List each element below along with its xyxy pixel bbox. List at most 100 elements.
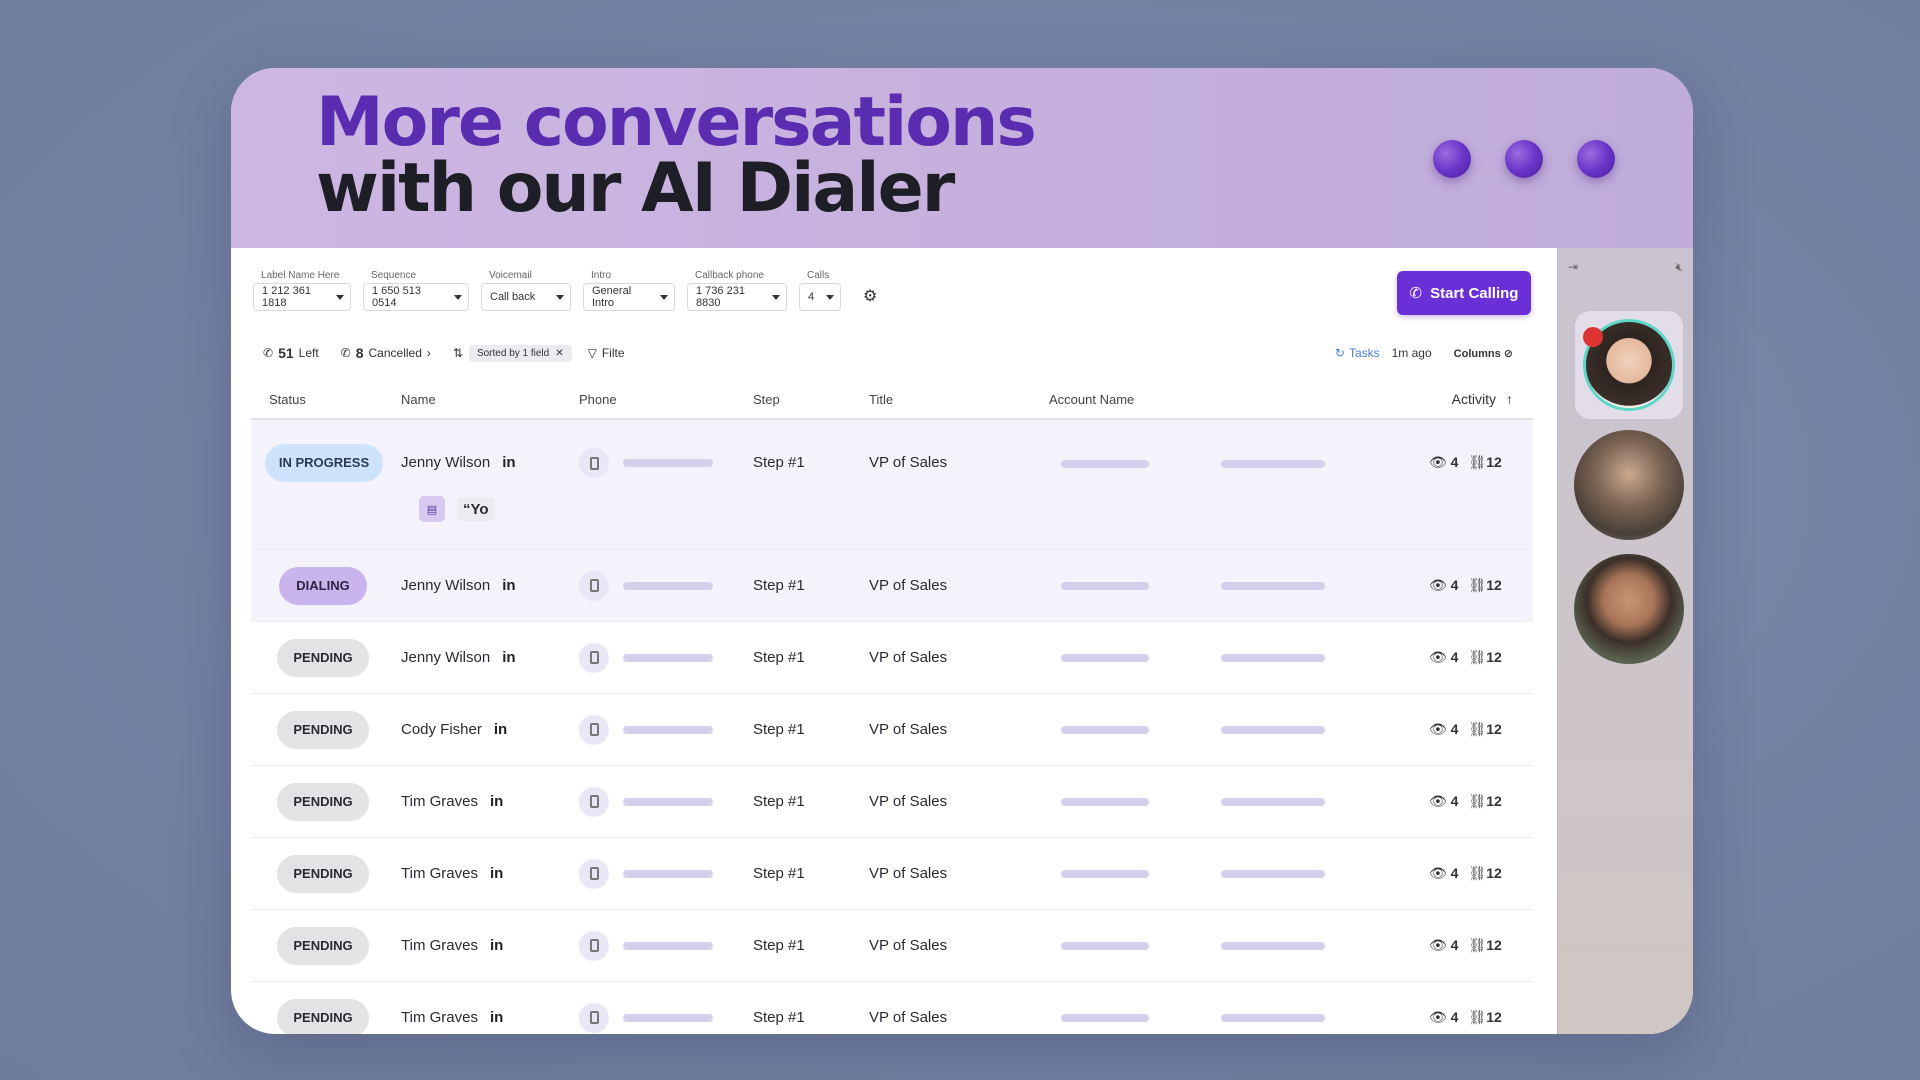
linkedin-icon[interactable]: in (490, 793, 503, 810)
cancelled-count[interactable]: ✆ 8 Cancelled › (341, 345, 431, 361)
linkedin-icon[interactable]: in (490, 1009, 503, 1026)
table-row[interactable]: IN PROGRESS Jenny Wilson in Step #1 VP of… (251, 420, 1533, 550)
link-icon: ⛓︎ (1468, 1009, 1487, 1025)
select-callback-phone[interactable]: 1 736 231 8830 (687, 283, 787, 311)
select-voicemail[interactable]: Call back (481, 283, 571, 311)
start-calling-button[interactable]: ✆ Start Calling (1397, 271, 1531, 315)
header-status[interactable]: Status (251, 392, 401, 407)
header-title[interactable]: Title (869, 392, 1049, 407)
linkedin-icon[interactable]: in (490, 937, 503, 954)
step-cell: Step #1 (753, 649, 805, 666)
collapse-panel-icon[interactable]: ⇥ (1568, 260, 1578, 275)
activity-cell: 👁︎ 4 ⛓︎12 (1429, 865, 1529, 882)
contact-name[interactable]: Jenny Wilson (401, 577, 490, 594)
phone-placeholder (623, 1013, 713, 1022)
header-phone[interactable]: Phone (579, 392, 753, 407)
mobile-phone-icon[interactable] (579, 1002, 609, 1033)
views-number: 4 (1450, 721, 1459, 737)
phone-cell (579, 714, 753, 745)
select-label-name[interactable]: 1 212 361 1818 (253, 283, 351, 311)
select-value: 1 212 361 1818 (262, 285, 311, 309)
caret-down-icon (556, 294, 564, 300)
tasks-link[interactable]: ↻ Tasks (1335, 346, 1380, 360)
contact-name[interactable]: Tim Graves (401, 937, 478, 954)
field-intro[interactable]: Intro General Intro (583, 270, 675, 314)
select-sequence[interactable]: 1 650 513 0514 (363, 283, 469, 311)
phone-placeholder (623, 869, 713, 878)
snippet-text: “Yo (457, 497, 495, 521)
linkedin-icon[interactable]: in (502, 577, 515, 594)
account-placeholder (1221, 1013, 1325, 1022)
avatar-man[interactable] (1574, 554, 1684, 664)
table-row[interactable]: PENDING Tim Graves in Step #1 VP of Sales… (251, 982, 1533, 1034)
table-row[interactable]: PENDING Cody Fisher in Step #1 VP of Sale… (251, 694, 1533, 766)
contact-name[interactable]: Jenny Wilson (401, 649, 490, 666)
select-calls[interactable]: 4 (799, 283, 841, 311)
table-row[interactable]: PENDING Tim Graves in Step #1 VP of Sales… (251, 766, 1533, 838)
table-row[interactable]: PENDING Tim Graves in Step #1 VP of Sales… (251, 910, 1533, 982)
columns-button[interactable]: Columns ⊘ (1454, 347, 1513, 360)
account-cell (1049, 797, 1429, 806)
linkedin-icon[interactable]: in (502, 649, 515, 666)
avatar-active-caller[interactable] (1574, 310, 1684, 420)
eye-icon: 👁︎ (1429, 1009, 1447, 1025)
linkedin-icon[interactable]: in (502, 454, 515, 471)
contact-name[interactable]: Tim Graves (401, 793, 478, 810)
field-callback-phone[interactable]: Callback phone 1 736 231 8830 (687, 270, 787, 314)
links-number: 12 (1486, 793, 1502, 809)
avatar-group[interactable] (1574, 430, 1684, 540)
filter-button[interactable]: ▽ Filte (588, 346, 625, 360)
step-cell: Step #1 (753, 793, 805, 810)
sorted-chip[interactable]: Sorted by 1 field ✕ (468, 344, 572, 362)
field-label-name[interactable]: Label Name Here 1 212 361 1818 (253, 270, 351, 314)
linkedin-icon[interactable]: in (494, 721, 507, 738)
status-cell: IN PROGRESS (251, 444, 401, 482)
title-cell: VP of Sales (869, 454, 948, 471)
header-name[interactable]: Name (401, 392, 579, 407)
views-count: 👁︎ 4 (1429, 721, 1458, 738)
eye-icon: 👁︎ (1429, 454, 1447, 470)
start-calling-label: Start Calling (1430, 284, 1519, 302)
table-row[interactable]: DIALING Jenny Wilson in Step #1 VP of Sal… (251, 550, 1533, 622)
header-step[interactable]: Step (753, 392, 869, 407)
account-placeholder (1061, 581, 1149, 590)
account-placeholder (1061, 1013, 1149, 1022)
step-cell: Step #1 (753, 454, 805, 471)
phone-icon: ✆ (263, 346, 274, 360)
views-number: 4 (1450, 793, 1459, 809)
settings-sliders-icon[interactable]: ⚙ (863, 286, 877, 314)
contact-name[interactable]: Jenny Wilson (401, 454, 490, 471)
contact-name[interactable]: Tim Graves (401, 1009, 478, 1026)
speaker-mute-icon[interactable]: 🔇︎ (1675, 260, 1683, 275)
field-calls[interactable]: Calls 4 (799, 270, 841, 314)
views-number: 4 (1450, 454, 1459, 470)
header-activity[interactable]: Activity ↑ (1429, 391, 1529, 407)
transcript-snippet[interactable]: ▤ “Yo (419, 496, 495, 522)
mobile-phone-icon[interactable] (579, 448, 609, 478)
mobile-phone-icon[interactable] (579, 570, 609, 601)
close-icon[interactable]: ✕ (555, 348, 563, 359)
account-cell (1049, 941, 1429, 950)
account-placeholder (1061, 941, 1149, 950)
account-placeholder (1221, 941, 1325, 950)
header-account-name[interactable]: Account Name (1049, 392, 1429, 407)
table-row[interactable]: PENDING Jenny Wilson in Step #1 VP of Sal… (251, 622, 1533, 694)
dot-icon (1505, 140, 1543, 178)
mobile-phone-icon[interactable] (579, 858, 609, 889)
table-row[interactable]: PENDING Tim Graves in Step #1 VP of Sales… (251, 838, 1533, 910)
mobile-phone-icon[interactable] (579, 786, 609, 817)
account-placeholder (1221, 653, 1325, 662)
mobile-phone-icon[interactable] (579, 642, 609, 673)
linkedin-icon[interactable]: in (490, 865, 503, 882)
eye-icon: 👁︎ (1429, 577, 1447, 593)
field-voicemail[interactable]: Voicemail Call back (481, 270, 571, 314)
status-cell: PENDING (251, 710, 401, 749)
mobile-phone-icon[interactable] (579, 714, 609, 745)
field-sequence[interactable]: Sequence 1 650 513 0514 (363, 270, 469, 314)
step-cell: Step #1 (753, 865, 805, 882)
contact-name[interactable]: Cody Fisher (401, 721, 482, 738)
status-cell: PENDING (251, 926, 401, 965)
select-intro[interactable]: General Intro (583, 283, 675, 311)
mobile-phone-icon[interactable] (579, 930, 609, 961)
contact-name[interactable]: Tim Graves (401, 865, 478, 882)
